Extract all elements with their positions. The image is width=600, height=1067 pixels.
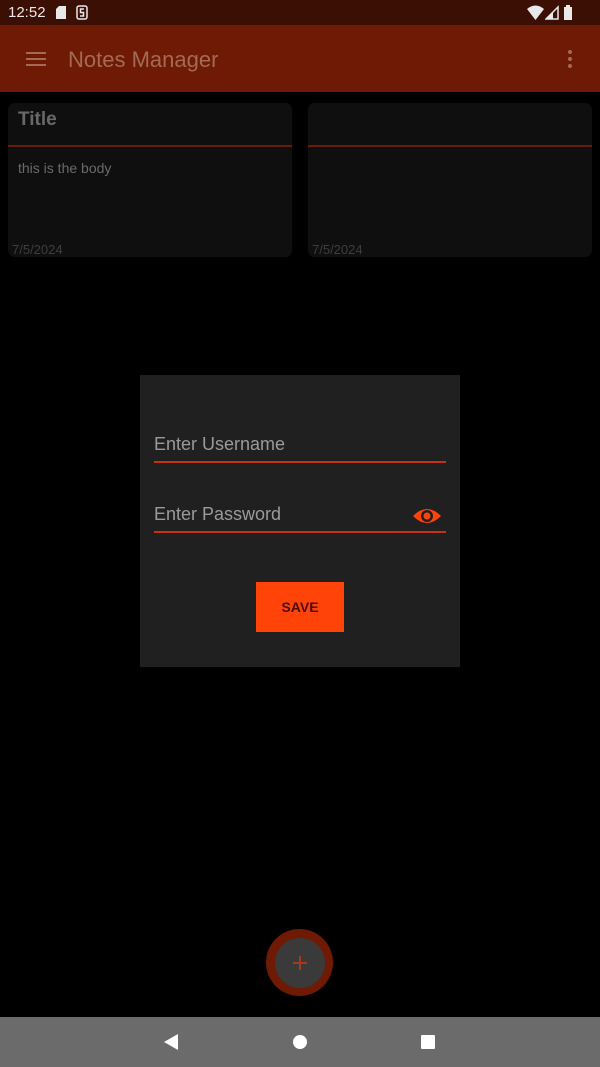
- menu-icon[interactable]: [24, 49, 48, 69]
- note-date: 7/5/2024: [312, 242, 363, 257]
- password-field: [154, 495, 446, 533]
- battery-icon: [564, 5, 572, 20]
- status-time: 12:52: [8, 4, 46, 21]
- note-divider: [308, 145, 592, 147]
- sd-card-icon: [56, 6, 66, 19]
- note-title: Title: [18, 109, 57, 130]
- s-notification-icon: [76, 5, 88, 20]
- home-icon[interactable]: [288, 1030, 312, 1054]
- navigation-bar: [0, 1017, 600, 1067]
- note-divider: [8, 145, 292, 147]
- note-date: 7/5/2024: [12, 242, 63, 257]
- note-card[interactable]: Title this is the body 7/5/2024: [8, 103, 292, 257]
- app-title: Notes Manager: [68, 47, 219, 72]
- eye-icon[interactable]: [412, 505, 442, 527]
- username-input[interactable]: [154, 431, 404, 457]
- recents-icon[interactable]: [416, 1030, 440, 1054]
- username-field: [154, 425, 446, 463]
- password-input[interactable]: [154, 501, 404, 527]
- fab-inner: [274, 937, 325, 988]
- app-bar: Notes Manager: [0, 25, 600, 92]
- note-card[interactable]: 7/5/2024: [308, 103, 592, 257]
- overflow-menu-icon[interactable]: [560, 47, 580, 71]
- login-dialog: SAVE: [140, 375, 460, 667]
- plus-icon: [292, 955, 307, 970]
- wifi-icon: [527, 5, 544, 20]
- note-body: this is the body: [18, 160, 112, 176]
- save-button[interactable]: SAVE: [256, 582, 344, 632]
- back-icon[interactable]: [160, 1030, 184, 1054]
- signal-icon: [545, 5, 559, 20]
- add-note-fab[interactable]: [266, 929, 333, 996]
- status-bar: 12:52: [0, 0, 600, 25]
